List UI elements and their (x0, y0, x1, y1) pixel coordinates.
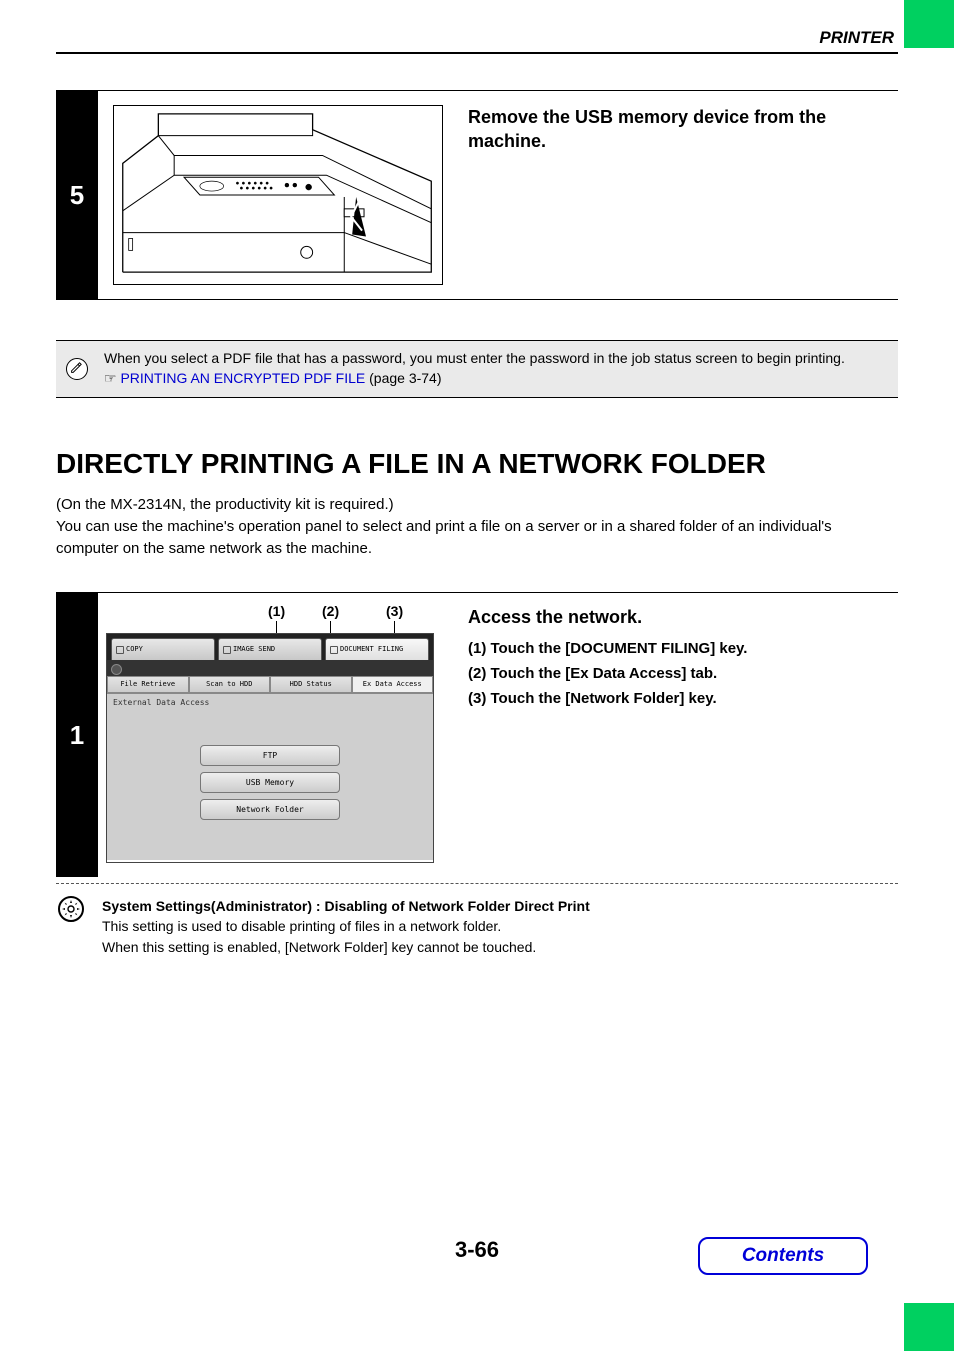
step-1-heading: Access the network. (468, 607, 892, 628)
subtab-ex-data-access[interactable]: Ex Data Access (352, 676, 434, 693)
subtab-hdd-status[interactable]: HDD Status (270, 676, 352, 693)
usb-memory-button[interactable]: USB Memory (200, 772, 340, 793)
tab-image-send[interactable]: IMAGE SEND (218, 638, 322, 660)
step-number-5: 5 (56, 91, 98, 299)
main-sub1: (On the MX-2314N, the productivity kit i… (56, 496, 394, 513)
globe-icon (111, 664, 122, 675)
tab-copy-label: COPY (126, 646, 143, 653)
filing-icon (330, 646, 338, 654)
admin-settings-note: System Settings(Administrator) : Disabli… (56, 884, 898, 967)
callout-3: (3) (386, 603, 403, 619)
main-sub2: You can use the machine's operation pane… (56, 518, 832, 557)
step-1-figure: (1) (2) (3) COPY IMAGE SEND DOCUMENT FIL… (98, 593, 458, 877)
network-folder-button[interactable]: Network Folder (200, 799, 340, 820)
step-1-block: 1 (1) (2) (3) COPY IMAGE SEND DOCUMENT F… (56, 592, 898, 967)
callout-labels: (1) (2) (3) (106, 603, 450, 631)
subtab-file-retrieve[interactable]: File Retrieve (107, 676, 189, 693)
printer-line-art (113, 105, 443, 285)
tab-image-send-label: IMAGE SEND (233, 646, 275, 653)
panel-body: External Data Access FTP USB Memory Netw… (107, 694, 433, 860)
sub-tabs: File Retrieve Scan to HDD HDD Status Ex … (107, 676, 433, 694)
mode-tabs: COPY IMAGE SEND DOCUMENT FILING (107, 634, 433, 660)
note-link-suffix: (page 3-74) (365, 370, 441, 386)
pointer-icon: ☞ (104, 372, 117, 387)
step-5-row: 5 (56, 90, 898, 300)
status-bar (107, 660, 433, 676)
note-text: When you select a PDF file that has a pa… (104, 350, 845, 366)
gear-icon (58, 896, 84, 922)
step-1-item-3: (3) Touch the [Network Folder] key. (468, 690, 892, 707)
settings-title: System Settings(Administrator) : Disabli… (102, 896, 590, 916)
step-5-illustration (98, 91, 458, 299)
tab-copy[interactable]: COPY (111, 638, 215, 660)
main-heading: DIRECTLY PRINTING A FILE IN A NETWORK FO… (56, 448, 898, 480)
step-1-item-1: (1) Touch the [DOCUMENT FILING] key. (468, 640, 892, 657)
step-number-1: 1 (56, 593, 98, 877)
step-1-instructions: Access the network. (1) Touch the [DOCUM… (458, 593, 898, 877)
operation-panel-screenshot: COPY IMAGE SEND DOCUMENT FILING File Ret… (106, 633, 434, 863)
settings-line-2: When this setting is enabled, [Network F… (102, 937, 590, 957)
encrypted-pdf-link[interactable]: PRINTING AN ENCRYPTED PDF FILE (120, 370, 365, 386)
contents-button[interactable]: Contents (698, 1237, 868, 1275)
subtab-scan-to-hdd[interactable]: Scan to HDD (189, 676, 271, 693)
send-icon (223, 646, 231, 654)
callout-2: (2) (322, 603, 339, 619)
header-rule (56, 52, 898, 54)
password-note: When you select a PDF file that has a pa… (56, 340, 898, 398)
step-5-heading: Remove the USB memory device from the ma… (458, 91, 898, 299)
tab-doc-filing-label: DOCUMENT FILING (340, 646, 403, 653)
panel-body-title: External Data Access (113, 698, 427, 707)
ftp-button[interactable]: FTP (200, 745, 340, 766)
copy-icon (116, 646, 124, 654)
section-header: PRINTER (819, 28, 894, 48)
bottom-accent (904, 1303, 954, 1351)
top-accent (904, 0, 954, 48)
tab-document-filing[interactable]: DOCUMENT FILING (325, 638, 429, 660)
settings-line-1: This setting is used to disable printing… (102, 916, 590, 936)
step-1-item-2: (2) Touch the [Ex Data Access] tab. (468, 665, 892, 682)
note-icon (66, 358, 88, 380)
callout-1: (1) (268, 603, 285, 619)
main-subtext: (On the MX-2314N, the productivity kit i… (56, 494, 898, 559)
